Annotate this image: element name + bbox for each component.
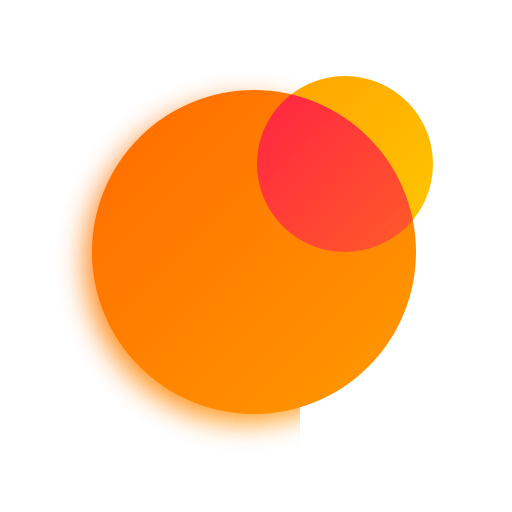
- app-icon-canvas: [0, 0, 512, 512]
- logo-icon: [86, 76, 433, 422]
